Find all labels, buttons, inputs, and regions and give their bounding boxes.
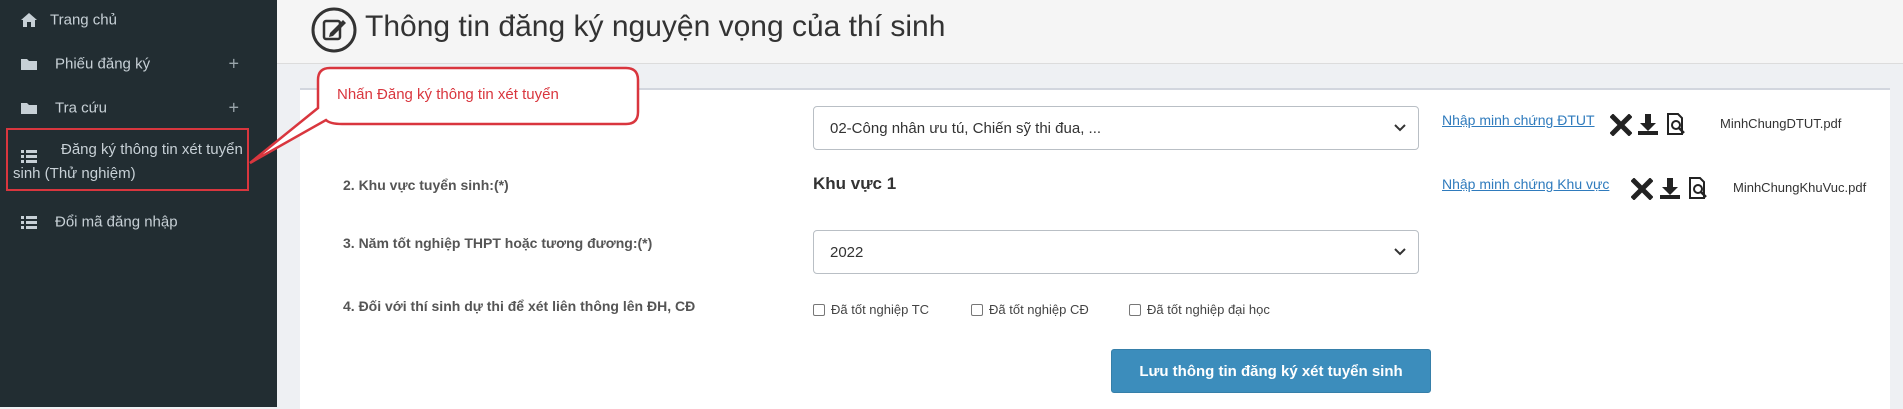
priority-select[interactable]: 02-Công nhân ưu tú, Chiến sỹ thi đua, ..… bbox=[813, 106, 1419, 150]
grad-year-label: 3. Năm tốt nghiệp THPT hoặc tương đương:… bbox=[343, 235, 653, 251]
region-value: Khu vực 1 bbox=[813, 174, 897, 193]
sidebar-item-label: Đổi mã đăng nhập bbox=[55, 213, 178, 231]
expand-icon[interactable]: + bbox=[228, 98, 239, 119]
callout-text: Nhấn Đăng ký thông tin xét tuyển bbox=[337, 86, 559, 103]
sidebar-item-change-password[interactable]: Đổi mã đăng nhập bbox=[0, 202, 277, 242]
checkbox-label: Đã tốt nghiệp TC bbox=[831, 302, 930, 317]
expand-icon[interactable]: + bbox=[228, 54, 239, 75]
checkbox-box[interactable] bbox=[813, 303, 825, 316]
region-file-name: MinhChungKhuVuc.pdf bbox=[1733, 180, 1867, 195]
sidebar-item-label: Tra cứu bbox=[55, 99, 107, 117]
delete-icon[interactable] bbox=[1631, 178, 1653, 200]
chevron-down-icon bbox=[1394, 124, 1406, 132]
checkbox-graduated-cd[interactable]: Đã tốt nghiệp CĐ bbox=[971, 302, 1089, 317]
page-header: Thông tin đăng ký nguyện vọng của thí si… bbox=[277, 0, 1903, 64]
sidebar-item-label: Trang chủ bbox=[50, 11, 117, 29]
checkbox-label: Đã tốt nghiệp CĐ bbox=[989, 302, 1089, 317]
sidebar-item-label: Phiếu đăng ký bbox=[55, 55, 151, 73]
list-icon bbox=[21, 216, 37, 229]
priority-select-value: 02-Công nhân ưu tú, Chiến sỹ thi đua, ..… bbox=[830, 119, 1102, 137]
page-title: Thông tin đăng ký nguyện vọng của thí si… bbox=[365, 10, 946, 43]
save-button[interactable]: Lưu thông tin đăng ký xét tuyển sinh bbox=[1111, 349, 1431, 393]
checkbox-graduated-university[interactable]: Đã tốt nghiệp đại học bbox=[1129, 302, 1270, 317]
priority-evidence-link[interactable]: Nhập minh chứng ĐTUT bbox=[1442, 112, 1595, 128]
sidebar-item-registration-form[interactable]: Phiếu đăng ký + bbox=[0, 44, 277, 84]
sidebar: Trang chủ Phiếu đăng ký + Tra cứu + Đăng… bbox=[0, 0, 277, 407]
chevron-down-icon bbox=[1394, 248, 1406, 256]
preview-icon[interactable] bbox=[1686, 176, 1710, 200]
download-icon[interactable] bbox=[1636, 112, 1660, 136]
region-evidence-link[interactable]: Nhập minh chứng Khu vực bbox=[1442, 176, 1609, 192]
region-label: 2. Khu vực tuyển sinh:(*) bbox=[343, 177, 509, 193]
download-icon[interactable] bbox=[1658, 176, 1682, 200]
checkbox-graduated-tc[interactable]: Đã tốt nghiệp TC bbox=[813, 302, 929, 317]
folder-icon bbox=[21, 103, 37, 114]
edit-icon bbox=[311, 7, 357, 53]
sidebar-item-label: Đăng ký thông tin xét tuyển sinh (Thử ng… bbox=[13, 141, 243, 182]
checkbox-label: Đã tốt nghiệp đại học bbox=[1147, 302, 1270, 317]
sidebar-item-admission-registration[interactable]: Đăng ký thông tin xét tuyển sinh (Thử ng… bbox=[6, 128, 249, 191]
preview-icon[interactable] bbox=[1664, 112, 1688, 136]
home-icon bbox=[21, 13, 37, 27]
sidebar-item-home[interactable]: Trang chủ bbox=[0, 0, 277, 40]
checkbox-box[interactable] bbox=[1129, 303, 1141, 316]
checkbox-box[interactable] bbox=[971, 303, 983, 316]
transfer-label: 4. Đối với thí sinh dự thi để xét liên t… bbox=[343, 298, 696, 314]
grad-year-select[interactable]: 2022 bbox=[813, 230, 1419, 274]
folder-icon bbox=[21, 59, 37, 70]
grad-year-select-value: 2022 bbox=[830, 243, 864, 261]
sidebar-item-lookup[interactable]: Tra cứu + bbox=[0, 88, 277, 128]
delete-icon[interactable] bbox=[1610, 114, 1632, 136]
priority-file-name: MinhChungDTUT.pdf bbox=[1720, 116, 1842, 131]
